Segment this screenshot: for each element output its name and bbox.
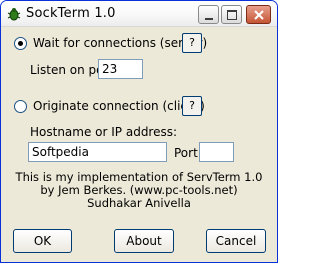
server-help-button[interactable]: ?: [182, 33, 202, 53]
client-radio-circle[interactable]: [14, 99, 27, 113]
server-radio[interactable]: Wait for connections (server): [14, 36, 207, 50]
client-radio[interactable]: Originate connection (client): [14, 99, 205, 113]
info-line-3: Sudhakar Anivella: [87, 196, 191, 210]
ok-button[interactable]: OK: [13, 229, 72, 253]
listen-port-input[interactable]: 23: [98, 59, 143, 79]
window-title: SockTerm 1.0: [26, 6, 116, 21]
client-port-input[interactable]: [199, 142, 234, 162]
maximize-icon: [227, 10, 237, 20]
client-help-button[interactable]: ?: [182, 96, 202, 116]
about-button[interactable]: About: [114, 229, 174, 253]
client-radio-label: Originate connection (client): [33, 99, 205, 113]
hostname-label: Hostname or IP address:: [30, 125, 178, 139]
cancel-button[interactable]: Cancel: [206, 229, 266, 253]
minimize-button[interactable]: [198, 5, 219, 24]
title-bar[interactable]: SockTerm 1.0: [1, 1, 277, 27]
info-text: This is my implementation of ServTerm 1.…: [1, 171, 277, 210]
bug-icon: [7, 8, 21, 21]
hostname-input[interactable]: Softpedia: [28, 142, 167, 162]
server-radio-circle[interactable]: [14, 36, 27, 50]
minimize-icon: [205, 18, 213, 20]
close-button[interactable]: [246, 5, 271, 24]
client-port-label: Port:: [174, 146, 202, 160]
sockterm-window: SockTerm 1.0 Wait for connections (serve…: [0, 0, 278, 263]
maximize-button[interactable]: [221, 5, 242, 24]
close-icon: [254, 10, 264, 20]
